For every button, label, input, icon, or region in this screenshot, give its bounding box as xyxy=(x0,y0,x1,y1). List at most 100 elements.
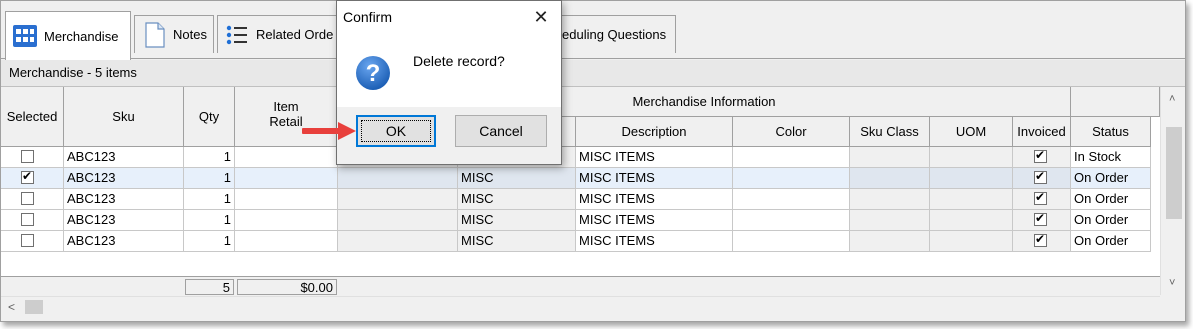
cell-sku[interactable]: ABC123 xyxy=(64,147,184,168)
invoiced-checkbox[interactable] xyxy=(1034,211,1047,226)
cell-qty[interactable]: 1 xyxy=(184,147,235,168)
vertical-scroll-thumb[interactable] xyxy=(1166,127,1182,219)
cell-color[interactable] xyxy=(733,231,850,252)
tab-merchandise[interactable]: Merchandise xyxy=(5,11,131,60)
cell-color[interactable] xyxy=(733,147,850,168)
cell-blank[interactable] xyxy=(338,168,458,189)
grid-icon xyxy=(13,25,37,47)
cell-status[interactable]: In Stock xyxy=(1071,147,1151,168)
invoiced-checkbox[interactable] xyxy=(1034,169,1047,184)
dialog-title-bar: Confirm ✕ xyxy=(337,1,561,33)
cell-retail[interactable] xyxy=(235,231,338,252)
invoiced-checkbox[interactable] xyxy=(1034,148,1047,163)
note-icon xyxy=(145,21,165,48)
focus-rectangle xyxy=(361,120,431,142)
cell-sku[interactable]: ABC123 xyxy=(64,231,184,252)
col-header-sku-class[interactable]: Sku Class xyxy=(850,117,930,147)
cell-cat[interactable]: MISC xyxy=(458,189,576,210)
cell-status[interactable]: On Order xyxy=(1071,168,1151,189)
cell-invoiced[interactable] xyxy=(1013,147,1071,168)
selected-checkbox[interactable] xyxy=(21,213,34,226)
cell-cat[interactable]: MISC xyxy=(458,168,576,189)
tab-strip: Merchandise Notes Related Orde eduling Q… xyxy=(1,1,1185,60)
cell-sku-class[interactable] xyxy=(850,147,930,168)
cell-uom[interactable] xyxy=(930,231,1013,252)
cell-color[interactable] xyxy=(733,189,850,210)
horizontal-scroll-thumb[interactable] xyxy=(25,300,43,314)
cell-status[interactable]: On Order xyxy=(1071,231,1151,252)
col-header-description[interactable]: Description xyxy=(576,117,733,147)
selected-checkbox[interactable] xyxy=(21,234,34,247)
cell-blank[interactable] xyxy=(338,210,458,231)
cell-qty[interactable]: 1 xyxy=(184,210,235,231)
cell-sku[interactable]: ABC123 xyxy=(64,189,184,210)
ok-button[interactable]: OK xyxy=(356,115,436,147)
selected-checkbox[interactable] xyxy=(21,169,34,184)
cell-invoiced[interactable] xyxy=(1013,231,1071,252)
cell-uom[interactable] xyxy=(930,168,1013,189)
close-icon[interactable]: ✕ xyxy=(529,6,553,28)
col-header-color[interactable]: Color xyxy=(733,117,850,147)
tab-scheduling-questions[interactable]: eduling Questions xyxy=(553,15,676,53)
cell-invoiced[interactable] xyxy=(1013,210,1071,231)
cell-description[interactable]: MISC ITEMS xyxy=(576,210,733,231)
cell-sku[interactable]: ABC123 xyxy=(64,168,184,189)
col-header-status[interactable]: Status xyxy=(1071,117,1151,147)
vertical-scrollbar[interactable]: ˄ ˅ xyxy=(1160,87,1185,295)
cell-sku-class[interactable] xyxy=(850,168,930,189)
cell-invoiced[interactable] xyxy=(1013,189,1071,210)
cell-sku-class[interactable] xyxy=(850,231,930,252)
tab-label: eduling Questions xyxy=(562,27,667,42)
cell-selected[interactable] xyxy=(1,231,64,252)
cell-color[interactable] xyxy=(733,210,850,231)
cell-qty[interactable]: 1 xyxy=(184,231,235,252)
cell-description[interactable]: MISC ITEMS xyxy=(576,189,733,210)
cell-cat[interactable]: MISC xyxy=(458,231,576,252)
cell-blank[interactable] xyxy=(338,189,458,210)
selected-checkbox[interactable] xyxy=(21,192,34,205)
cell-invoiced[interactable] xyxy=(1013,168,1071,189)
cell-qty[interactable]: 1 xyxy=(184,168,235,189)
cell-description[interactable]: MISC ITEMS xyxy=(576,147,733,168)
scroll-up-icon[interactable]: ˄ xyxy=(1169,93,1175,105)
col-header-sku[interactable]: Sku xyxy=(64,87,184,147)
cell-blank[interactable] xyxy=(338,231,458,252)
cell-description[interactable]: MISC ITEMS xyxy=(576,168,733,189)
scroll-left-icon[interactable]: < xyxy=(8,300,15,314)
cell-sku[interactable]: ABC123 xyxy=(64,210,184,231)
invoiced-checkbox[interactable] xyxy=(1034,190,1047,205)
col-header-qty[interactable]: Qty xyxy=(184,87,235,147)
cell-retail[interactable] xyxy=(235,210,338,231)
cell-description[interactable]: MISC ITEMS xyxy=(576,231,733,252)
cell-selected[interactable] xyxy=(1,147,64,168)
tab-notes[interactable]: Notes xyxy=(134,15,214,53)
col-header-item-retail-line2: Retail xyxy=(269,114,303,129)
cell-color[interactable] xyxy=(733,168,850,189)
cell-retail[interactable] xyxy=(235,147,338,168)
selected-checkbox[interactable] xyxy=(21,150,34,163)
cell-sku-class[interactable] xyxy=(850,189,930,210)
cell-selected[interactable] xyxy=(1,168,64,189)
invoiced-checkbox[interactable] xyxy=(1034,232,1047,247)
cell-retail[interactable] xyxy=(235,168,338,189)
cell-uom[interactable] xyxy=(930,210,1013,231)
cell-uom[interactable] xyxy=(930,147,1013,168)
cell-retail[interactable] xyxy=(235,189,338,210)
col-header-selected[interactable]: Selected xyxy=(1,87,64,147)
cancel-button[interactable]: Cancel xyxy=(455,115,547,147)
scroll-down-icon[interactable]: ˅ xyxy=(1169,277,1175,289)
cell-sku-class[interactable] xyxy=(850,210,930,231)
cell-selected[interactable] xyxy=(1,210,64,231)
cell-cat[interactable]: MISC xyxy=(458,210,576,231)
cell-status[interactable]: On Order xyxy=(1071,189,1151,210)
cell-uom[interactable] xyxy=(930,189,1013,210)
horizontal-scrollbar[interactable]: < xyxy=(1,296,1160,316)
cell-status[interactable]: On Order xyxy=(1071,210,1151,231)
tab-related-orders[interactable]: Related Orde xyxy=(217,15,341,53)
app-window: Merchandise Notes Related Orde eduling Q… xyxy=(0,0,1186,322)
col-header-uom[interactable]: UOM xyxy=(930,117,1013,147)
cell-selected[interactable] xyxy=(1,189,64,210)
col-header-item-retail-line1: Item xyxy=(273,99,299,114)
col-header-invoiced[interactable]: Invoiced xyxy=(1013,117,1071,147)
cell-qty[interactable]: 1 xyxy=(184,189,235,210)
